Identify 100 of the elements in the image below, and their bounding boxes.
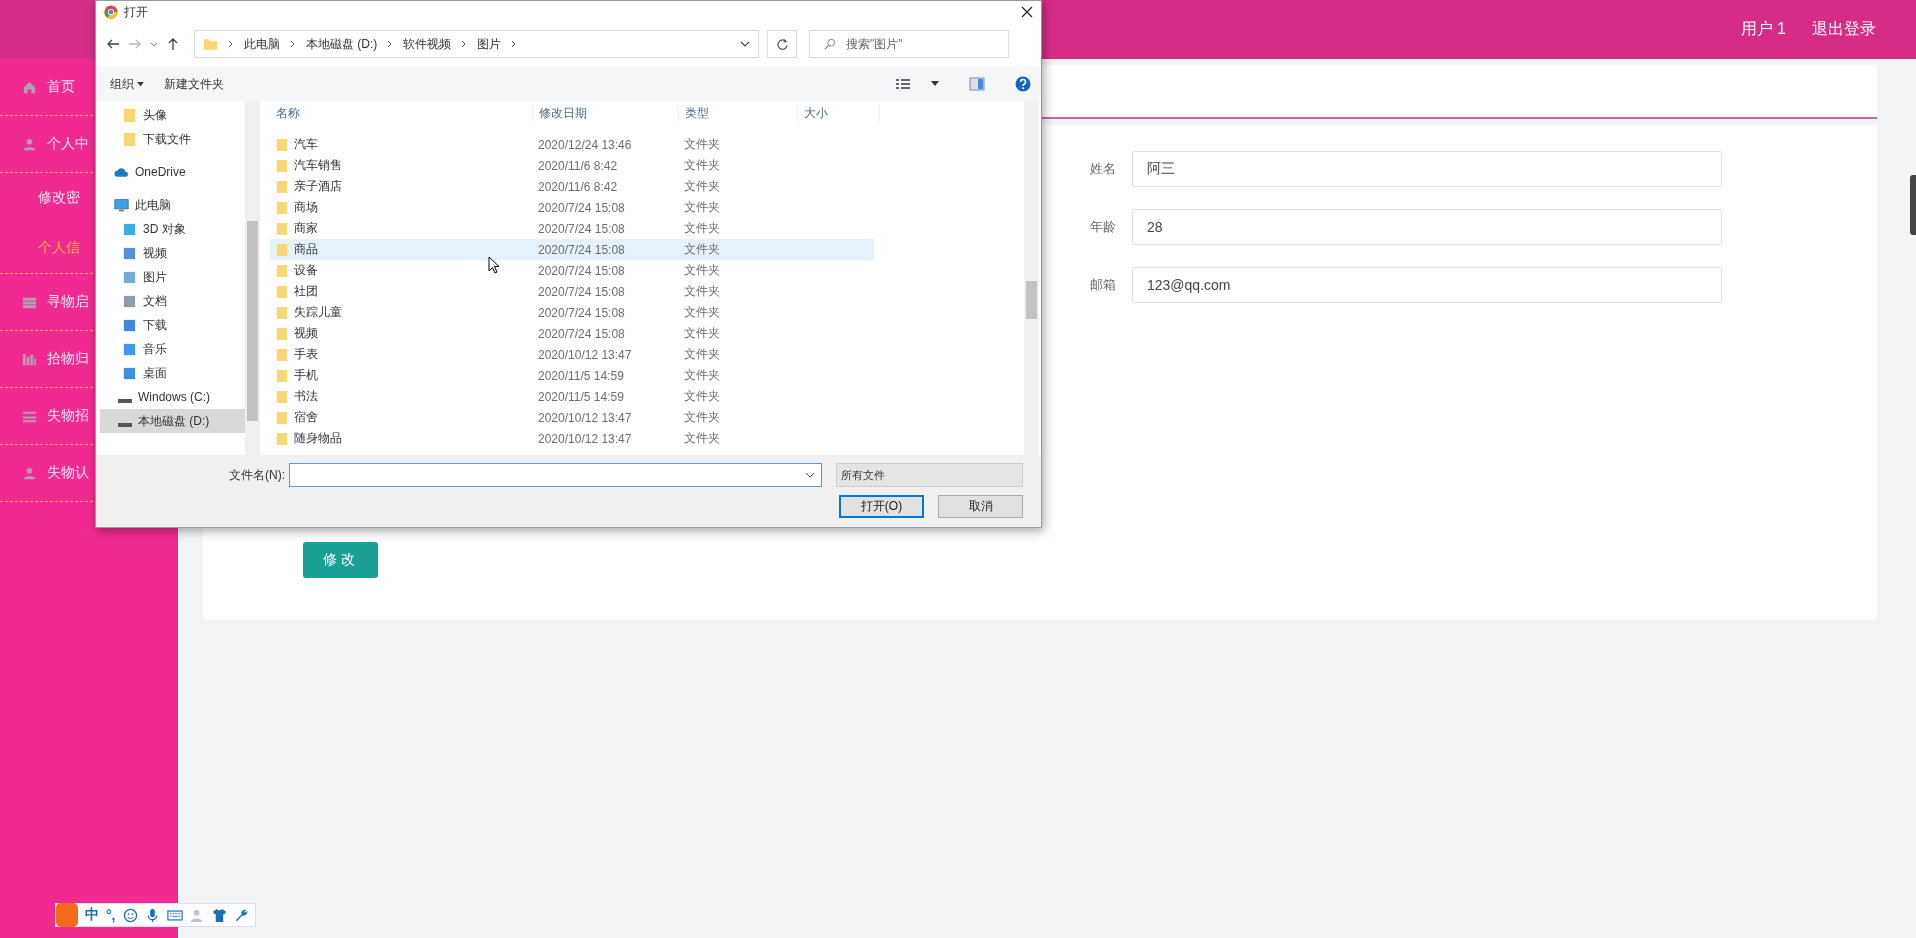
file-row[interactable]: 汽车销售 2020/11/6 8:42 文件夹 (270, 155, 874, 176)
file-row[interactable]: 视频 2020/7/24 15:08 文件夹 (270, 323, 874, 344)
nav-item[interactable]: 此电脑 (100, 193, 245, 217)
filename-field[interactable] (289, 463, 822, 487)
help-icon[interactable] (1015, 76, 1031, 92)
file-row[interactable]: 手表 2020/10/12 13:47 文件夹 (270, 344, 874, 365)
folder-icon (276, 158, 288, 173)
chevron-down-icon[interactable] (740, 40, 750, 48)
field-label: 姓名 (1090, 160, 1117, 178)
folder-icon (276, 389, 288, 404)
file-type: 文件夹 (683, 388, 721, 405)
file-row[interactable]: 社团 2020/7/24 15:08 文件夹 (270, 281, 874, 302)
refresh-button[interactable] (767, 30, 797, 58)
breadcrumb[interactable]: 图片 (477, 35, 502, 53)
breadcrumb[interactable]: 本地磁盘 (D:) (306, 35, 378, 53)
modified-date: 2020/7/24 15:08 (537, 305, 626, 320)
refresh-icon (775, 37, 789, 51)
file-row[interactable]: 宿舍 2020/10/12 13:47 文件夹 (270, 407, 874, 428)
modified-date: 2020/11/5 14:59 (537, 368, 625, 383)
modified-date: 2020/10/12 13:47 (537, 410, 633, 425)
menu-item-icon (22, 136, 37, 152)
file-name: 书法 (294, 388, 318, 405)
back-icon[interactable] (106, 37, 120, 51)
file-name: 设备 (294, 262, 318, 279)
modified-date: 2020/7/24 15:08 (537, 221, 626, 236)
chevron-down-icon (805, 471, 815, 479)
file-row[interactable]: 手机 2020/11/5 14:59 文件夹 (270, 365, 874, 386)
modified-date: 2020/10/12 13:47 (537, 431, 633, 446)
user-name[interactable]: 用户 1 (1740, 19, 1786, 40)
organize-menu[interactable]: 组织 (110, 75, 144, 93)
folder-icon (276, 410, 288, 425)
wrench-icon[interactable] (233, 907, 249, 923)
file-name: 社团 (294, 283, 318, 300)
file-type: 文件夹 (683, 346, 721, 363)
folder-icon (276, 305, 288, 320)
punctuation-mode[interactable]: °, (106, 907, 116, 923)
file-row[interactable]: 商品 2020/7/24 15:08 文件夹 (270, 239, 874, 260)
file-row[interactable]: 设备 2020/7/24 15:08 文件夹 (270, 260, 874, 281)
file-name: 手表 (294, 346, 318, 363)
input-field[interactable]: 123@qq.com (1132, 267, 1722, 303)
modified-date: 2020/12/24 13:46 (537, 137, 633, 152)
chevron-down-icon[interactable] (150, 40, 158, 48)
chevron-right-icon (387, 40, 394, 48)
shirt-icon[interactable] (211, 907, 227, 923)
preview-pane-icon[interactable] (969, 77, 985, 91)
modified-date: 2020/7/24 15:08 (537, 242, 626, 257)
up-icon[interactable] (166, 37, 180, 51)
column-header[interactable]: 修改日期 (532, 104, 678, 122)
open-button[interactable]: 打开(O) (839, 495, 924, 518)
scrollbar[interactable] (245, 101, 260, 455)
field-label: 邮箱 (1090, 276, 1117, 294)
file-row[interactable]: 汽车 2020/12/24 13:46 文件夹 (270, 134, 874, 155)
modified-date: 2020/10/12 13:47 (537, 347, 633, 362)
file-type: 文件夹 (683, 409, 721, 426)
column-header[interactable]: 大小 (797, 104, 880, 122)
view-list-icon[interactable] (895, 77, 911, 91)
chevron-right-icon (511, 40, 518, 48)
file-row[interactable]: 随身物品 2020/10/12 13:47 文件夹 (270, 428, 874, 449)
monitor-icon (114, 197, 129, 213)
cancel-button[interactable]: 取消 (938, 495, 1023, 518)
modified-date: 2020/11/6 8:42 (537, 179, 619, 194)
chevron-right-icon (228, 40, 234, 48)
library-icon (122, 365, 137, 381)
file-type-dropdown[interactable]: 所有文件 (836, 463, 1023, 487)
file-type: 文件夹 (683, 304, 721, 321)
file-name: 失踪儿童 (294, 304, 342, 321)
breadcrumb[interactable]: 软件视频 (403, 35, 452, 53)
keyboard-icon[interactable] (166, 908, 183, 922)
input-mode[interactable]: 中 (85, 906, 99, 924)
breadcrumb[interactable]: 此电脑 (244, 35, 280, 53)
library-icon (122, 293, 137, 309)
library-icon (122, 269, 137, 285)
file-row[interactable]: 书法 2020/11/5 14:59 文件夹 (270, 386, 874, 407)
file-row[interactable]: 亲子酒店 2020/11/6 8:42 文件夹 (270, 176, 874, 197)
column-header[interactable]: 类型 (678, 104, 797, 122)
file-row[interactable]: 商家 2020/7/24 15:08 文件夹 (270, 218, 874, 239)
file-row[interactable]: 失踪儿童 2020/7/24 15:08 文件夹 (270, 302, 874, 323)
search-field[interactable]: 搜索"图片" (809, 30, 1009, 58)
browser-icon (104, 5, 118, 19)
library-icon (122, 341, 137, 357)
file-name: 汽车销售 (294, 157, 342, 174)
file-type: 文件夹 (683, 136, 721, 153)
nav-item[interactable]: 本地磁盘 (D:) (100, 409, 245, 433)
folder-icon (276, 200, 288, 215)
close-icon[interactable] (1021, 6, 1033, 18)
modified-date: 2020/7/24 15:08 (537, 263, 626, 278)
logout-link[interactable]: 退出登录 (1812, 19, 1876, 40)
chevron-right-icon (290, 40, 296, 48)
chevron-right-icon (461, 40, 468, 48)
file-row[interactable]: 商场 2020/7/24 15:08 文件夹 (270, 197, 874, 218)
caret-icon[interactable] (931, 81, 939, 87)
library-icon (122, 221, 137, 237)
address-bar[interactable]: 此电脑 本地磁盘 (D:) 软件视频 图片 (194, 30, 759, 58)
input-field[interactable]: 28 (1132, 209, 1722, 245)
column-header[interactable]: 名称 (270, 104, 532, 122)
scrollbar[interactable] (1024, 101, 1039, 455)
smiley-icon[interactable] (122, 907, 138, 923)
input-field[interactable]: 阿三 (1132, 151, 1722, 187)
folder-icon (276, 284, 288, 299)
menu-item-icon (22, 465, 37, 481)
